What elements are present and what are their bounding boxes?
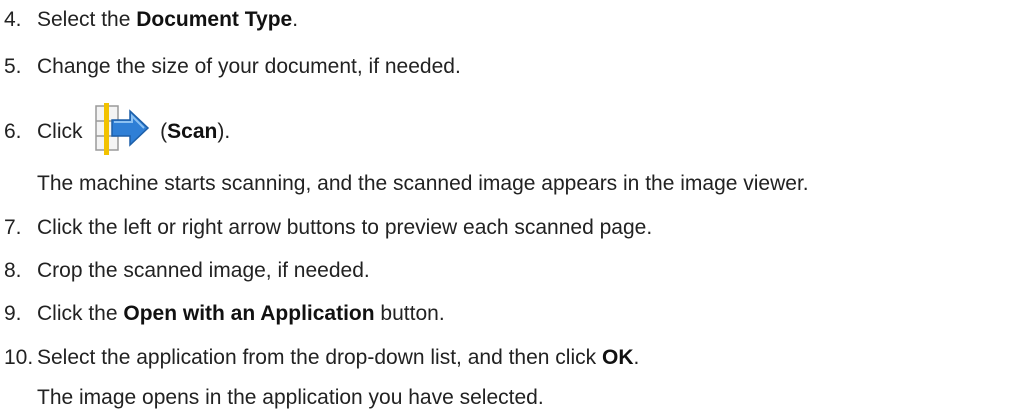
step-text: Select the application from the drop-dow… xyxy=(37,346,640,369)
step-10-result-note: The image opens in the application you h… xyxy=(37,386,544,409)
step-number: 5. xyxy=(4,55,22,78)
scan-icon xyxy=(94,103,150,156)
document-type-label: Document Type xyxy=(136,8,293,31)
step-text: Click the Open with an Application butto… xyxy=(37,302,445,325)
step-6-result-note: The machine starts scanning, and the sca… xyxy=(37,172,809,195)
step-number: 9. xyxy=(4,302,22,325)
step-text: Click the left or right arrow buttons to… xyxy=(37,216,653,239)
step-number: 7. xyxy=(4,216,22,239)
step-text: Select the Document Type. xyxy=(37,8,299,31)
step-number: 10. xyxy=(4,346,34,369)
open-with-application-label: Open with an Application xyxy=(123,302,375,325)
step-number: 8. xyxy=(4,259,22,282)
step-number: 4. xyxy=(4,8,22,31)
step-number: 6. xyxy=(4,120,22,143)
step-text: Crop the scanned image, if needed. xyxy=(37,259,370,282)
instruction-steps: 4. Select the Document Type. 5. Change t… xyxy=(0,0,1031,420)
ok-label: OK xyxy=(601,346,634,369)
step-text: Click (Scan). xyxy=(37,103,230,160)
scan-label: Scan xyxy=(167,120,218,143)
step-text: Change the size of your document, if nee… xyxy=(37,55,461,78)
